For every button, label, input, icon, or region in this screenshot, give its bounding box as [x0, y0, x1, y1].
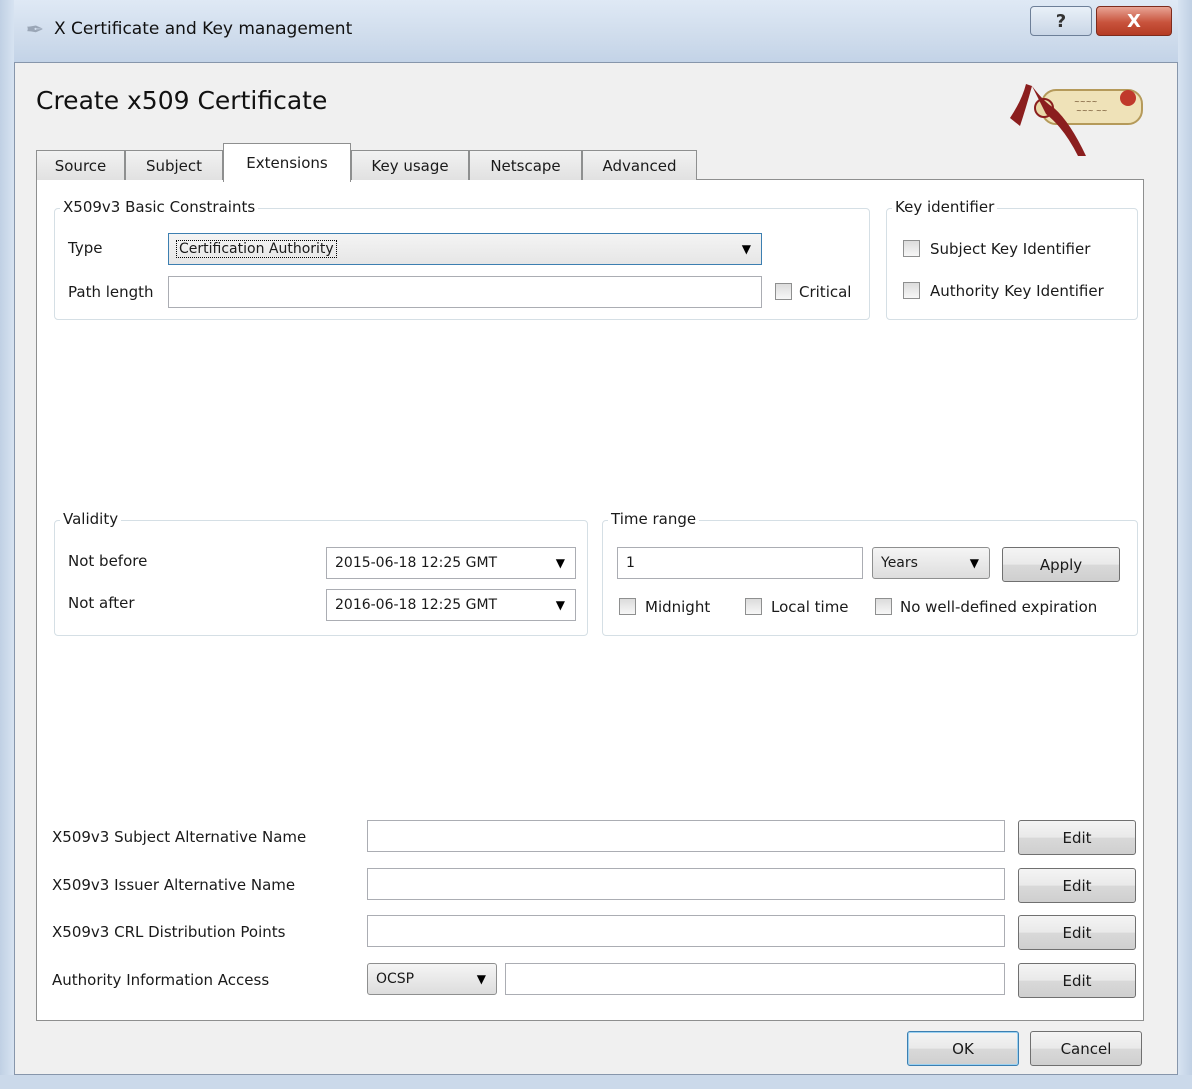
window-title: X Certificate and Key management	[54, 19, 353, 39]
tab-label: Extensions	[246, 154, 328, 172]
not-after-label: Not after	[68, 594, 135, 612]
not-before-label: Not before	[68, 552, 148, 570]
aia-label: Authority Information Access	[52, 971, 270, 989]
ian-input[interactable]	[367, 868, 1005, 900]
crl-edit-button[interactable]: Edit	[1018, 915, 1136, 950]
no-expiration-label: No well-defined expiration	[900, 598, 1098, 616]
path-length-input[interactable]	[168, 276, 762, 308]
type-label: Type	[68, 239, 103, 257]
type-select-value: Certification Authority	[176, 240, 337, 258]
path-length-label: Path length	[68, 283, 154, 301]
san-input[interactable]	[367, 820, 1005, 852]
tab-extensions[interactable]: Extensions	[223, 143, 351, 182]
dropdown-arrow-icon: ▼	[555, 598, 565, 612]
tab-subject[interactable]: Subject	[125, 150, 223, 180]
scroll-ribbon-logo: ~~~~ ~~~ ~~	[1010, 84, 1143, 156]
aia-input[interactable]	[505, 963, 1005, 995]
san-label: X509v3 Subject Alternative Name	[52, 828, 307, 846]
not-after-value: 2016-06-18 12:25 GMT	[335, 597, 498, 613]
critical-label: Critical	[799, 283, 852, 301]
time-range-title: Time range	[608, 510, 700, 528]
not-before-datetime[interactable]: 2015-06-18 12:25 GMT ▼	[326, 547, 576, 579]
key-identifier-group	[886, 208, 1138, 320]
tab-label: Source	[54, 156, 107, 175]
time-range-unit-select[interactable]: Years ▼	[872, 547, 990, 579]
aia-method-value: OCSP	[376, 971, 415, 987]
svg-text:~~~~: ~~~~	[1074, 98, 1098, 106]
not-before-value: 2015-06-18 12:25 GMT	[335, 555, 498, 571]
close-button[interactable]: X	[1096, 6, 1172, 36]
ian-label: X509v3 Issuer Alternative Name	[52, 876, 296, 894]
dropdown-arrow-icon: ▼	[969, 556, 979, 570]
aia-method-select[interactable]: OCSP ▼	[367, 963, 497, 995]
authority-key-identifier-label: Authority Key Identifier	[930, 282, 1104, 300]
svg-text:~~~ ~~: ~~~ ~~	[1076, 107, 1108, 115]
crl-label: X509v3 CRL Distribution Points	[52, 923, 286, 941]
window-frame-right	[1178, 0, 1192, 1089]
tab-key-usage[interactable]: Key usage	[351, 150, 469, 180]
tab-label: Advanced	[602, 156, 677, 175]
not-after-datetime[interactable]: 2016-06-18 12:25 GMT ▼	[326, 589, 576, 621]
ian-edit-button[interactable]: Edit	[1018, 868, 1136, 903]
local-time-checkbox[interactable]	[745, 598, 762, 615]
tab-label: Key usage	[371, 156, 449, 175]
midnight-label: Midnight	[645, 598, 711, 616]
key-identifier-title: Key identifier	[892, 198, 998, 216]
tab-label: Subject	[145, 156, 203, 175]
aia-edit-button[interactable]: Edit	[1018, 963, 1136, 998]
tab-advanced[interactable]: Advanced	[582, 150, 697, 180]
subject-key-identifier-label: Subject Key Identifier	[930, 240, 1091, 258]
subject-key-identifier-checkbox[interactable]	[903, 240, 920, 257]
dropdown-arrow-icon: ▼	[476, 972, 486, 986]
local-time-label: Local time	[771, 598, 849, 616]
window-frame-left	[0, 0, 14, 1089]
dropdown-arrow-icon: ▼	[555, 556, 565, 570]
validity-title: Validity	[60, 510, 122, 528]
tab-label: Netscape	[490, 156, 561, 175]
ok-button[interactable]: OK	[907, 1031, 1019, 1066]
critical-checkbox[interactable]	[775, 283, 792, 300]
time-range-unit-value: Years	[881, 555, 918, 571]
window-frame-bottom	[0, 1075, 1192, 1089]
type-select[interactable]: Certification Authority ▼	[168, 233, 762, 265]
no-expiration-checkbox[interactable]	[875, 598, 892, 615]
pen-icon: ✒	[25, 18, 45, 43]
dropdown-arrow-icon: ▼	[741, 242, 751, 256]
midnight-checkbox[interactable]	[619, 598, 636, 615]
tab-netscape[interactable]: Netscape	[469, 150, 582, 180]
tab-source[interactable]: Source	[36, 150, 125, 180]
help-button[interactable]: ?	[1030, 6, 1092, 36]
dialog-heading: Create x509 Certificate	[36, 86, 328, 115]
time-range-amount-input[interactable]: 1	[617, 547, 863, 579]
authority-key-identifier-checkbox[interactable]	[903, 282, 920, 299]
help-icon: ?	[1055, 10, 1067, 32]
close-icon: X	[1127, 10, 1141, 32]
basic-constraints-title: X509v3 Basic Constraints	[60, 198, 259, 216]
san-edit-button[interactable]: Edit	[1018, 820, 1136, 855]
crl-input[interactable]	[367, 915, 1005, 947]
cancel-button[interactable]: Cancel	[1030, 1031, 1142, 1066]
apply-button[interactable]: Apply	[1002, 547, 1120, 582]
